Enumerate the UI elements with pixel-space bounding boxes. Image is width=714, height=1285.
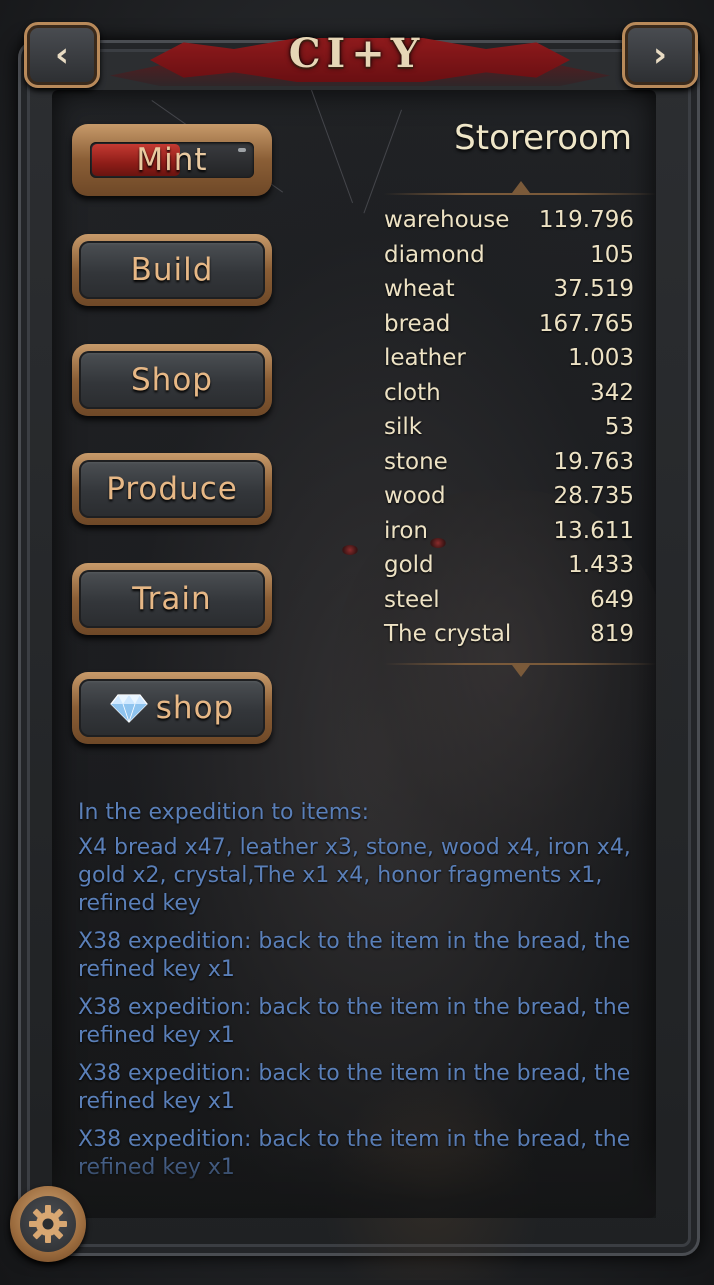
train-button-label: Train xyxy=(132,581,212,617)
chevron-right-icon: › xyxy=(652,35,667,75)
resource-value: 13.611 xyxy=(553,517,634,544)
resource-value: 19.763 xyxy=(553,448,634,475)
resource-name: iron xyxy=(384,517,428,544)
shop-button[interactable]: Shop xyxy=(72,344,272,416)
storeroom-row: cloth 342 xyxy=(384,376,634,411)
log-entry: X38 expedition: back to the item in the … xyxy=(78,995,631,1048)
resource-name: stone xyxy=(384,448,448,475)
resource-name: diamond xyxy=(384,241,485,268)
city-screen: CI+Y ‹ › Mint Build Shop Produce Train s… xyxy=(0,0,714,1285)
resource-name: cloth xyxy=(384,379,441,406)
shop-button-label: Shop xyxy=(131,362,213,398)
divider-arrow-down-icon xyxy=(512,665,530,677)
storeroom-row: silk 53 xyxy=(384,410,634,445)
mint-button-label: Mint xyxy=(136,142,208,178)
diamond-icon xyxy=(109,694,148,723)
forward-button[interactable]: › xyxy=(622,22,698,88)
storeroom-row: wheat 37.519 xyxy=(384,272,634,307)
resource-value: 342 xyxy=(590,379,634,406)
resource-name: bread xyxy=(384,310,451,337)
log-entry: X38 expedition: back to the item in the … xyxy=(78,929,631,982)
storeroom-row: The crystal 819 xyxy=(384,617,634,652)
storeroom-row: steel 649 xyxy=(384,583,634,618)
expedition-log: In the expedition to items: X4 bread x47… xyxy=(78,798,638,1192)
glass-crack xyxy=(363,109,402,214)
build-button[interactable]: Build xyxy=(72,234,272,306)
storeroom-title: Storeroom xyxy=(454,118,632,158)
log-entry: X4 bread x47, leather x3, stone, wood x4… xyxy=(78,835,631,916)
train-button[interactable]: Train xyxy=(72,563,272,635)
resource-value: 28.735 xyxy=(553,483,634,509)
creature-eye xyxy=(342,545,358,555)
page-title: CI+Y xyxy=(288,30,426,77)
resource-value: 105 xyxy=(590,241,634,268)
storeroom-row: bread 167.765 xyxy=(384,307,634,342)
storeroom-divider-top xyxy=(384,193,656,195)
storeroom-row: warehouse 119.796 xyxy=(384,203,634,238)
resource-name: leather xyxy=(384,345,466,371)
log-heading: In the expedition to items: xyxy=(78,800,370,825)
chevron-left-icon: ‹ xyxy=(54,35,69,75)
back-button[interactable]: ‹ xyxy=(24,22,100,88)
resource-value: 1.433 xyxy=(568,552,634,578)
resource-value: 167.765 xyxy=(538,310,634,337)
divider-arrow-up-icon xyxy=(512,181,530,193)
resource-value: 119.796 xyxy=(538,207,634,233)
produce-button-label: Produce xyxy=(106,471,238,507)
resource-value: 37.519 xyxy=(553,276,634,302)
storeroom-row: leather 1.003 xyxy=(384,341,634,376)
storeroom-row: iron 13.611 xyxy=(384,514,634,549)
resource-name: steel xyxy=(384,586,440,613)
resource-value: 819 xyxy=(590,621,634,647)
storeroom-row: diamond 105 xyxy=(384,238,634,273)
storeroom-row: gold 1.433 xyxy=(384,548,634,583)
resource-value: 1.003 xyxy=(568,345,634,371)
resource-value: 649 xyxy=(590,586,634,613)
resource-name: wood xyxy=(384,483,446,509)
produce-button[interactable]: Produce xyxy=(72,453,272,525)
mint-button[interactable]: Mint xyxy=(72,124,272,196)
glass-crack xyxy=(311,90,354,204)
diamond-shop-button[interactable]: shop xyxy=(72,672,272,744)
diamond-shop-button-label: shop xyxy=(155,690,235,726)
mint-progress-indicator xyxy=(238,148,246,152)
resource-name: silk xyxy=(384,414,423,440)
resource-name: warehouse xyxy=(384,207,510,233)
resource-name: The crystal xyxy=(384,621,512,647)
storeroom-list: warehouse 119.796 diamond 105 wheat 37.519 bre… xyxy=(384,203,634,652)
gear-icon xyxy=(29,1205,67,1243)
resource-value: 53 xyxy=(604,414,634,440)
storeroom-row: wood 28.735 xyxy=(384,479,634,514)
build-button-label: Build xyxy=(130,252,214,288)
settings-button-face xyxy=(20,1196,76,1252)
log-entry: X38 expedition: back to the item in the … xyxy=(78,1127,631,1180)
log-entry: X38 expedition: back to the item in the … xyxy=(78,1061,631,1114)
settings-button[interactable] xyxy=(10,1186,86,1262)
resource-name: gold xyxy=(384,552,434,578)
storeroom-row: stone 19.763 xyxy=(384,445,634,480)
resource-name: wheat xyxy=(384,276,455,302)
